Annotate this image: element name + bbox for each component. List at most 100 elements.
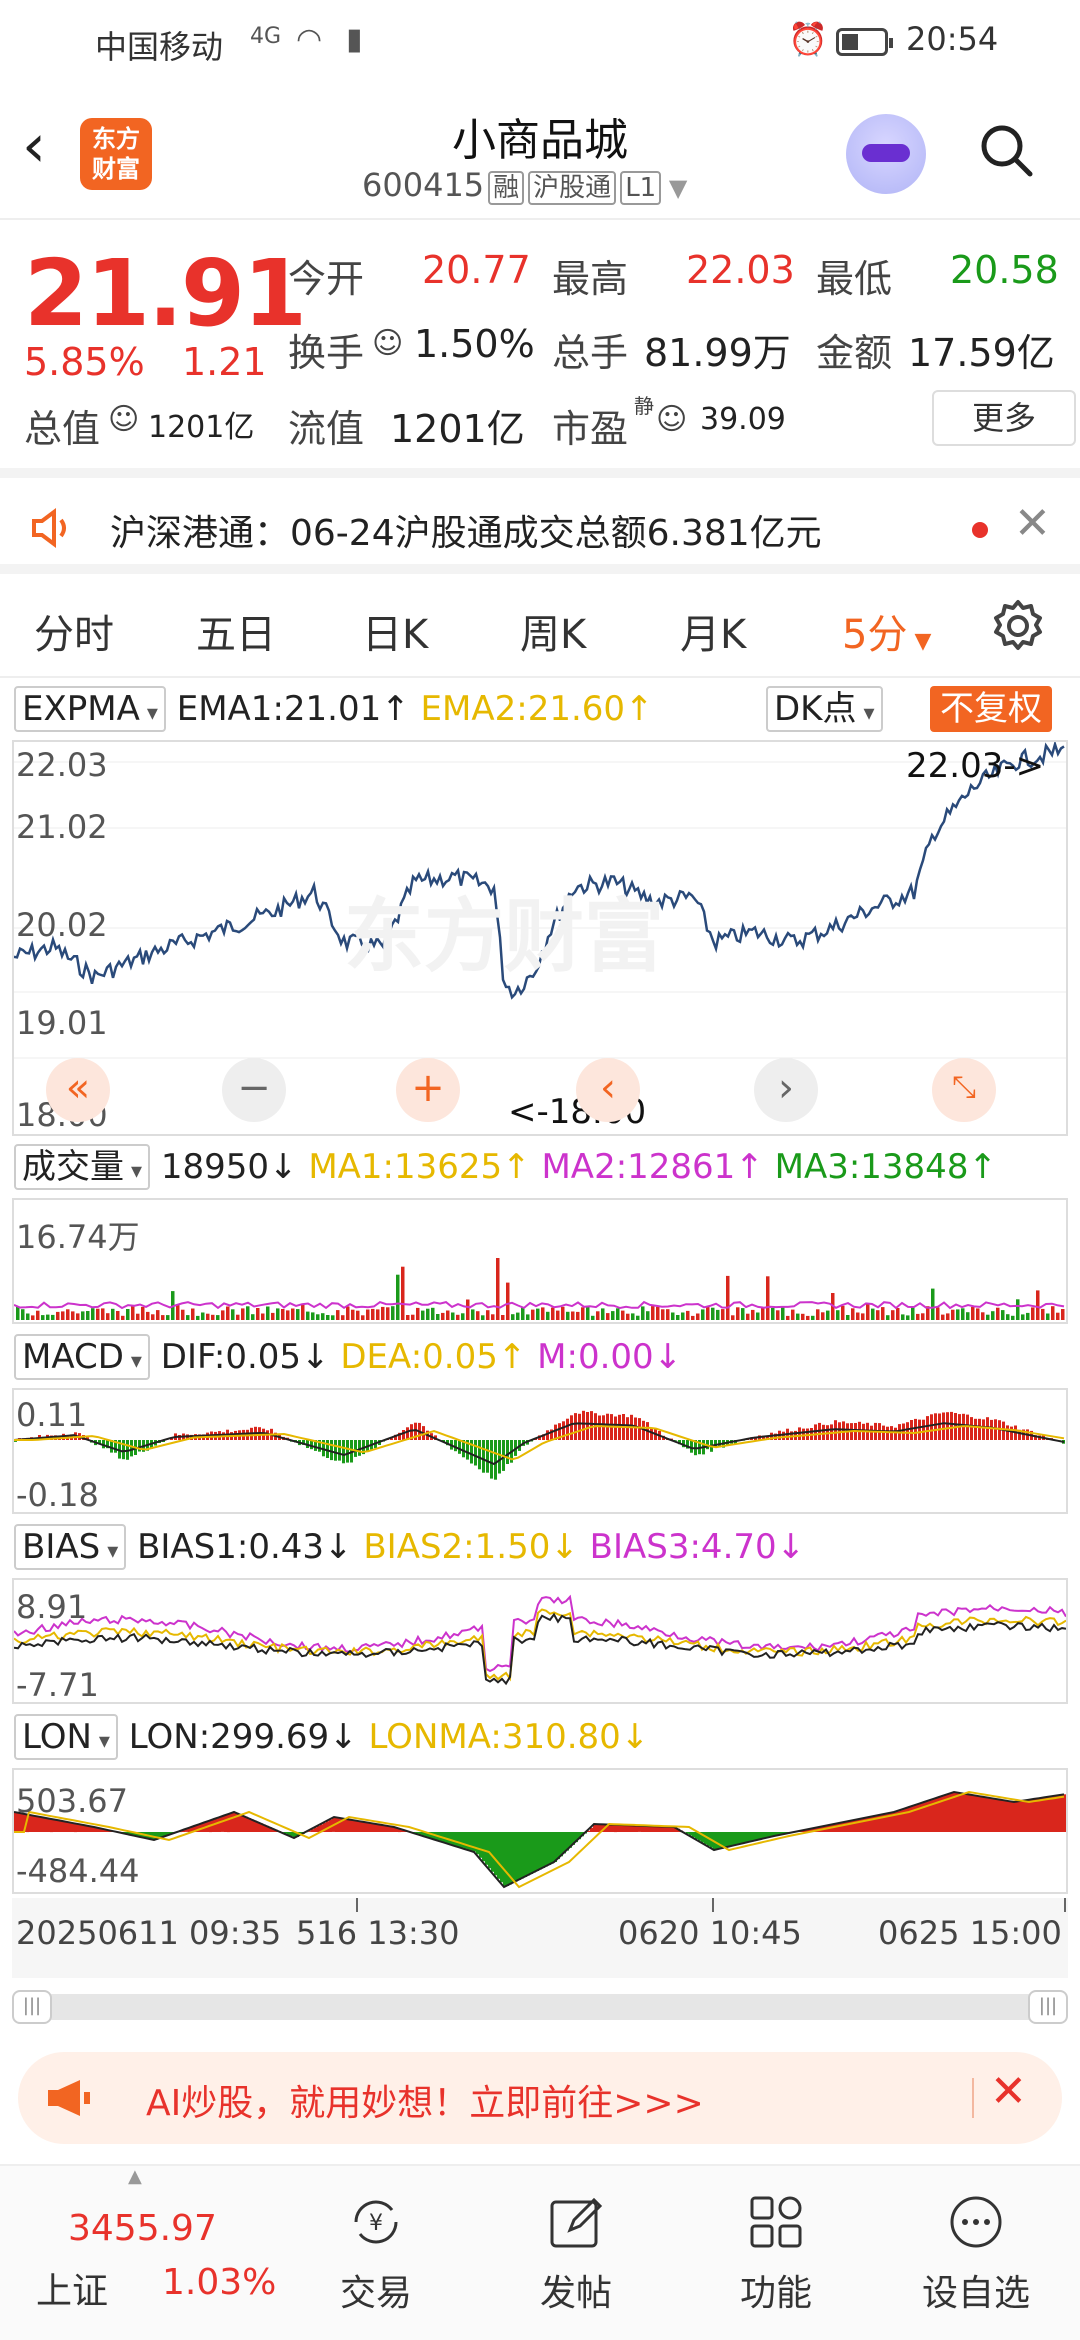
lon-bar [593,1825,596,1832]
search-icon[interactable] [978,122,1034,178]
volume-chart[interactable]: 16.74万 [12,1198,1068,1324]
volume-bar [516,1312,520,1320]
volume-bar [61,1311,65,1320]
bias-indicator-select[interactable]: BIAS [14,1524,127,1570]
volume-bar [861,1313,865,1320]
scroll-handle-left[interactable]: ||| [12,1990,52,2024]
volume-bar [801,1313,805,1320]
lon-bar [725,1832,728,1848]
volume-bar [1056,1312,1060,1320]
clock: 20:54 [906,20,999,58]
lon-bar [737,1832,740,1845]
volume-bar [466,1299,470,1320]
no-adjust-button[interactable]: 不复权 [930,686,1052,732]
macd-bar [614,1416,617,1440]
macd-chart[interactable]: 0.11 -0.18 [12,1388,1068,1514]
lon-bar [554,1832,557,1862]
macd-bar [130,1440,133,1457]
nav-trade[interactable]: ¥ 交易 [276,2166,476,2340]
volume-bar [506,1282,510,1320]
lon-bar [500,1832,503,1883]
volume-bar [646,1311,650,1320]
network-indicator: 4G [250,24,282,49]
volume-bar [196,1315,200,1320]
nav-watchlist[interactable]: 设自选 [876,2166,1076,2340]
volume-bar [491,1314,495,1320]
volume-bar [146,1311,150,1320]
current-price: 21.91 [24,240,307,347]
volume-bar [181,1309,185,1320]
price-chart[interactable]: 东方财富 22.03 21.02 20.02 19.01 18.00 22.03… [12,740,1068,1136]
lon-chart[interactable]: 503.67 -484.44 [12,1768,1068,1894]
volume-bar [76,1313,80,1320]
volume-bar [761,1307,765,1320]
volume-bar [351,1309,355,1320]
tab-intraday[interactable]: 分时 [34,602,114,660]
close-icon[interactable]: ✕ [1014,498,1051,549]
scroll-handle-right[interactable]: ||| [1028,1990,1068,2024]
gear-icon[interactable] [990,598,1046,654]
tab-weekly[interactable]: 周K [520,602,586,660]
volume-indicator-select[interactable]: 成交量 [14,1144,151,1190]
macd-bar [802,1428,805,1440]
volume-bar [581,1307,585,1320]
lon-value: LON:299.69↓ [128,1717,358,1757]
more-button[interactable]: 更多 [932,390,1076,446]
lon-bar [1064,1794,1066,1832]
volume-bar [551,1307,555,1320]
volume-bar [1001,1310,1005,1320]
macd-bar [498,1440,501,1474]
tab-daily[interactable]: 日K [362,602,428,660]
info-icon[interactable]: ☺ [372,326,403,361]
scroll-right-button[interactable]: › [754,1058,818,1122]
volume-bar [51,1314,55,1320]
bias-chart[interactable]: 8.91 -7.71 [12,1578,1068,1704]
assistant-avatar[interactable] [846,114,926,194]
volume-bar [1036,1290,1040,1320]
close-icon[interactable]: ✕ [990,2066,1027,2117]
zoom-in-button[interactable]: + [396,1058,460,1122]
lon-bar [224,1815,227,1832]
dk-point-button[interactable]: DK点 [766,686,883,732]
stock-code-row[interactable]: 600415 融沪股通 L1 ▼ [362,166,687,205]
index-change: 1.03% [162,2262,277,2303]
ai-promo-banner[interactable]: AI炒股，就用妙想！立即前往>>> ✕ [18,2052,1062,2144]
lon-bar [1058,1795,1061,1832]
bottom-nav: ▲ 3455.97 上证 1.03% ¥ 交易 发帖 功能 设自选 [0,2164,1080,2340]
tab-5min[interactable]: 5分 ▼ [842,602,931,660]
fullscreen-icon[interactable]: ⤡ [932,1058,996,1122]
volume-bar [896,1308,900,1320]
dea-value: DEA:0.05↑ [340,1337,527,1377]
scroll-left-fast-button[interactable]: « [46,1058,110,1122]
change-amount: 1.21 [182,340,267,384]
macd-bar [490,1440,493,1479]
volume-bar [836,1310,840,1320]
info-icon[interactable]: ☺ [656,402,687,437]
nav-functions[interactable]: 功能 [676,2166,876,2340]
scroll-left-button[interactable]: ‹ [576,1058,640,1122]
lon-bar [350,1819,353,1832]
macd-bar [994,1419,997,1440]
open-value: 20.77 [422,248,531,292]
volume-bar [356,1310,360,1320]
volume-bar [886,1315,890,1320]
tab-5day[interactable]: 五日 [196,602,276,660]
lon-bar [65,1821,68,1832]
tab-monthly[interactable]: 月K [680,602,746,660]
zoom-out-button[interactable]: − [222,1058,286,1122]
time-label-mid: 516 13:30 [296,1914,460,1952]
volume-bar [1011,1315,1015,1320]
macd-indicator-select[interactable]: MACD [14,1334,150,1380]
volume-bar [526,1314,530,1320]
chart-scrollbar[interactable]: ||| ||| [12,1990,1068,2024]
volume-bar [681,1312,685,1320]
connect-tag: 沪股通 [528,171,617,205]
main-indicator-select[interactable]: EXPMA [14,686,166,732]
nav-post[interactable]: 发帖 [476,2166,676,2340]
lon-indicator-select[interactable]: LON [14,1714,118,1760]
notice-bar[interactable]: 沪深港通：06-24沪股通成交总额6.381亿元 ✕ [0,468,1080,574]
lon-bar [464,1832,467,1849]
index-ticker[interactable]: ▲ 3455.97 上证 1.03% [0,2166,290,2340]
lon-bar [953,1792,956,1832]
info-icon[interactable]: ☺ [108,402,139,437]
